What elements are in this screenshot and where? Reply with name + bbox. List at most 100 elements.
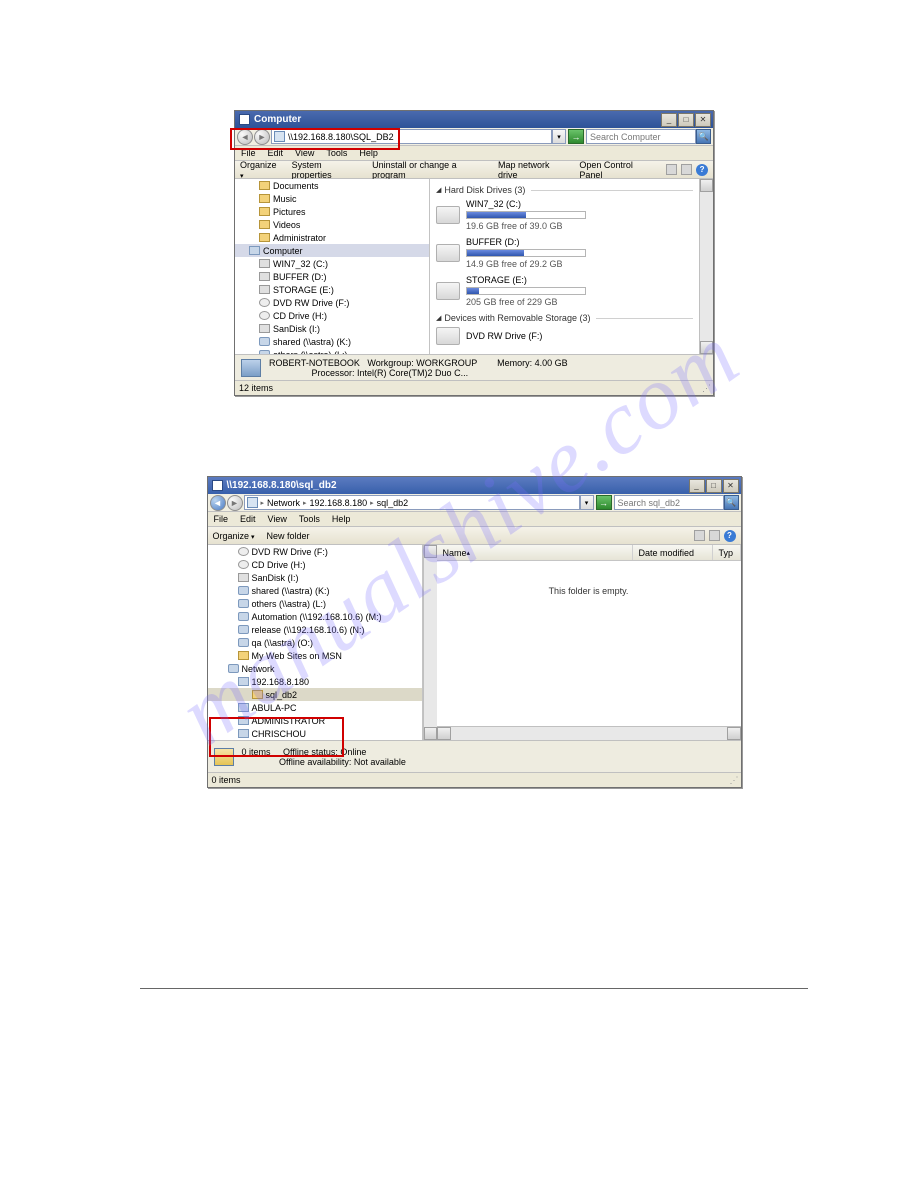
column-headers[interactable]: Name Date modified Typ [437,545,741,561]
address-dropdown[interactable]: ▾ [580,495,594,510]
titlebar[interactable]: Computer _ □ ✕ [235,111,713,128]
go-button[interactable]: → [596,495,612,510]
tree-item[interactable]: Administrator [235,231,429,244]
chevron-icon[interactable]: ▸ [261,499,265,507]
drive-item[interactable]: BUFFER (D:)14.9 GB free of 29.2 GB [436,237,693,269]
tree-item[interactable]: Pictures [235,205,429,218]
help-icon[interactable]: ? [696,164,708,176]
menu-help[interactable]: Help [359,148,378,158]
menu-file[interactable]: File [241,148,256,158]
minimize-button[interactable]: _ [689,479,705,493]
view-options-icon[interactable] [666,164,677,175]
tree-scrollbar[interactable] [423,545,437,740]
control-panel-button[interactable]: Open Control Panel [579,160,654,180]
tree-item[interactable]: DVD RW Drive (F:) [235,296,429,309]
tree-item[interactable]: 192.168.8.180 [208,675,422,688]
breadcrumb-item[interactable]: Network [267,498,300,508]
navigation-tree[interactable]: DocumentsMusicPicturesVideosAdministrato… [235,179,430,354]
preview-pane-icon[interactable] [681,164,692,175]
tree-item[interactable]: CD Drive (H:) [208,558,422,571]
tree-item[interactable]: CD Drive (H:) [235,309,429,322]
tree-item[interactable]: My Web Sites on MSN [208,649,422,662]
maximize-button[interactable]: □ [706,479,722,493]
removable-group[interactable]: ◢ Devices with Removable Storage (3) [436,313,693,323]
tree-item[interactable]: DVD RW Drive (F:) [208,545,422,558]
map-drive-button[interactable]: Map network drive [498,160,567,180]
menu-tools[interactable]: Tools [326,148,347,158]
collapse-arrow-icon[interactable]: ◢ [436,314,441,322]
tree-item[interactable]: Computer [235,244,429,257]
chevron-icon[interactable]: ▸ [303,499,307,507]
column-type[interactable]: Typ [713,545,741,560]
content-pane[interactable]: ◢ Hard Disk Drives (3) WIN7_32 (C:)19.6 … [430,179,699,354]
column-name[interactable]: Name [437,545,633,560]
menu-file[interactable]: File [214,514,229,524]
uninstall-program-button[interactable]: Uninstall or change a program [372,160,486,180]
drive-item[interactable]: DVD RW Drive (F:) [436,327,693,345]
menu-view[interactable]: View [268,514,287,524]
tree-item[interactable]: others (\\astra) (L:) [235,348,429,354]
address-bar[interactable]: ▸ Network ▸ 192.168.8.180 ▸ sql_db2 [244,495,580,510]
tree-item[interactable]: BUFFER (D:) [235,270,429,283]
search-input[interactable]: Search Computer [586,129,696,144]
tree-item[interactable]: Documents [235,179,429,192]
tree-item[interactable]: CHRISCHOU [208,727,422,740]
drive-item[interactable]: STORAGE (E:)205 GB free of 229 GB [436,275,693,307]
tree-item[interactable]: SanDisk (I:) [235,322,429,335]
breadcrumb-item[interactable]: 192.168.8.180 [310,498,368,508]
menu-edit[interactable]: Edit [240,514,256,524]
address-bar[interactable]: \\192.168.8.180\SQL_DB2 [271,129,552,144]
chevron-icon[interactable]: ▸ [370,499,374,507]
navigation-tree[interactable]: DVD RW Drive (F:)CD Drive (H:)SanDisk (I… [208,545,423,740]
content-pane[interactable]: Name Date modified Typ This folder is em… [437,545,741,740]
back-button[interactable]: ◄ [237,129,253,145]
view-options-icon[interactable] [694,530,705,541]
tree-item[interactable]: STORAGE (E:) [235,283,429,296]
tree-item[interactable]: shared (\\astra) (K:) [235,335,429,348]
minimize-button[interactable]: _ [661,113,677,127]
tree-item[interactable]: others (\\astra) (L:) [208,597,422,610]
tree-item[interactable]: SanDisk (I:) [208,571,422,584]
search-input[interactable]: Search sql_db2 [614,495,724,510]
menu-edit[interactable]: Edit [268,148,284,158]
search-icon[interactable]: 🔍 [696,129,711,144]
maximize-button[interactable]: □ [678,113,694,127]
back-button[interactable]: ◄ [210,495,226,511]
organize-button[interactable]: Organize [213,531,255,541]
tree-item[interactable]: Music [235,192,429,205]
collapse-arrow-icon[interactable]: ◢ [436,186,441,194]
close-button[interactable]: ✕ [723,479,739,493]
system-properties-button[interactable]: System properties [292,160,360,180]
breadcrumb-item[interactable]: sql_db2 [377,498,409,508]
help-icon[interactable]: ? [724,530,736,542]
new-folder-button[interactable]: New folder [267,531,310,541]
tree-item[interactable]: Network [208,662,422,675]
tree-item[interactable]: qa (\\astra) (O:) [208,636,422,649]
tree-item[interactable]: WIN7_32 (C:) [235,257,429,270]
search-icon[interactable]: 🔍 [724,495,739,510]
tree-item[interactable]: Automation (\\192.168.10.6) (M:) [208,610,422,623]
scrollbar-horizontal[interactable] [437,726,741,740]
forward-button[interactable]: ► [254,129,270,145]
tree-item[interactable]: release (\\192.168.10.6) (N:) [208,623,422,636]
tree-item[interactable]: sql_db2 [208,688,422,701]
address-dropdown[interactable]: ▾ [552,129,566,144]
go-button[interactable]: → [568,129,584,144]
scrollbar[interactable] [699,179,713,354]
menu-view[interactable]: View [295,148,314,158]
titlebar[interactable]: \\192.168.8.180\sql_db2 _ □ ✕ [208,477,741,494]
drive-item[interactable]: WIN7_32 (C:)19.6 GB free of 39.0 GB [436,199,693,231]
resize-grip[interactable]: ⋰ [702,383,709,394]
organize-button[interactable]: Organize [240,160,280,180]
tree-item[interactable]: ADMINISTRATOR [208,714,422,727]
tree-item[interactable]: shared (\\astra) (K:) [208,584,422,597]
forward-button[interactable]: ► [227,495,243,511]
close-button[interactable]: ✕ [695,113,711,127]
preview-pane-icon[interactable] [709,530,720,541]
menu-tools[interactable]: Tools [299,514,320,524]
hdd-group[interactable]: ◢ Hard Disk Drives (3) [436,185,693,195]
menu-help[interactable]: Help [332,514,351,524]
tree-item[interactable]: ABULA-PC [208,701,422,714]
column-date[interactable]: Date modified [633,545,713,560]
resize-grip[interactable]: ⋰ [730,775,737,786]
